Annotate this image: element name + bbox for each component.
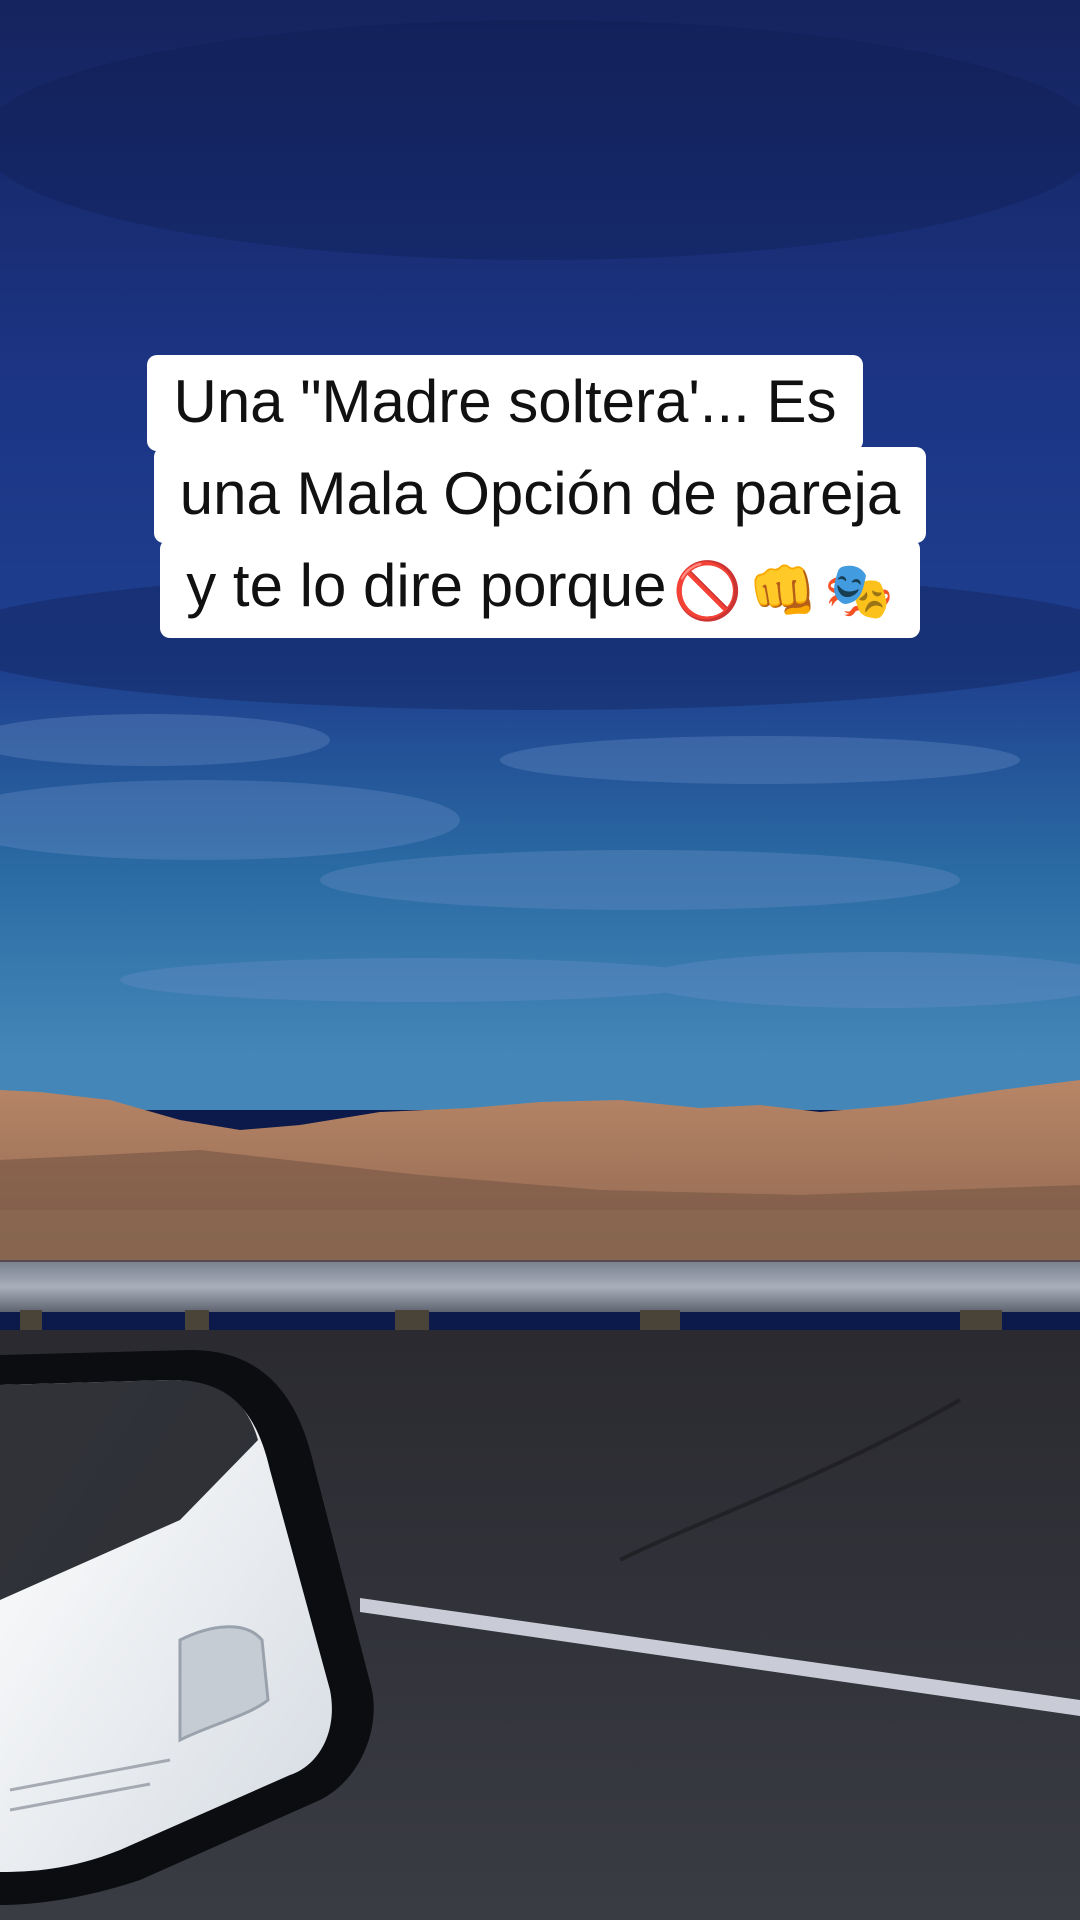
caption-line-3: y te lo dire porque 🚫 👊 🎭 [160,539,920,638]
prohibited-emoji-icon: 🚫 [672,559,743,622]
caption-line-3-text: y te lo dire porque [186,552,667,619]
caption-line-2: una Mala Opción de pareja [153,447,927,543]
caption-overlay: Una "Madre soltera'... Es una Mala Opció… [0,355,1080,638]
video-frame: Una "Madre soltera'... Es una Mala Opció… [0,0,1080,1920]
landscape-photo [0,0,1080,1920]
caption-line-1: Una "Madre soltera'... Es [147,355,863,451]
theater-masks-emoji-icon: 🎭 [824,559,894,622]
fist-emoji-icon: 👊 [748,559,819,622]
